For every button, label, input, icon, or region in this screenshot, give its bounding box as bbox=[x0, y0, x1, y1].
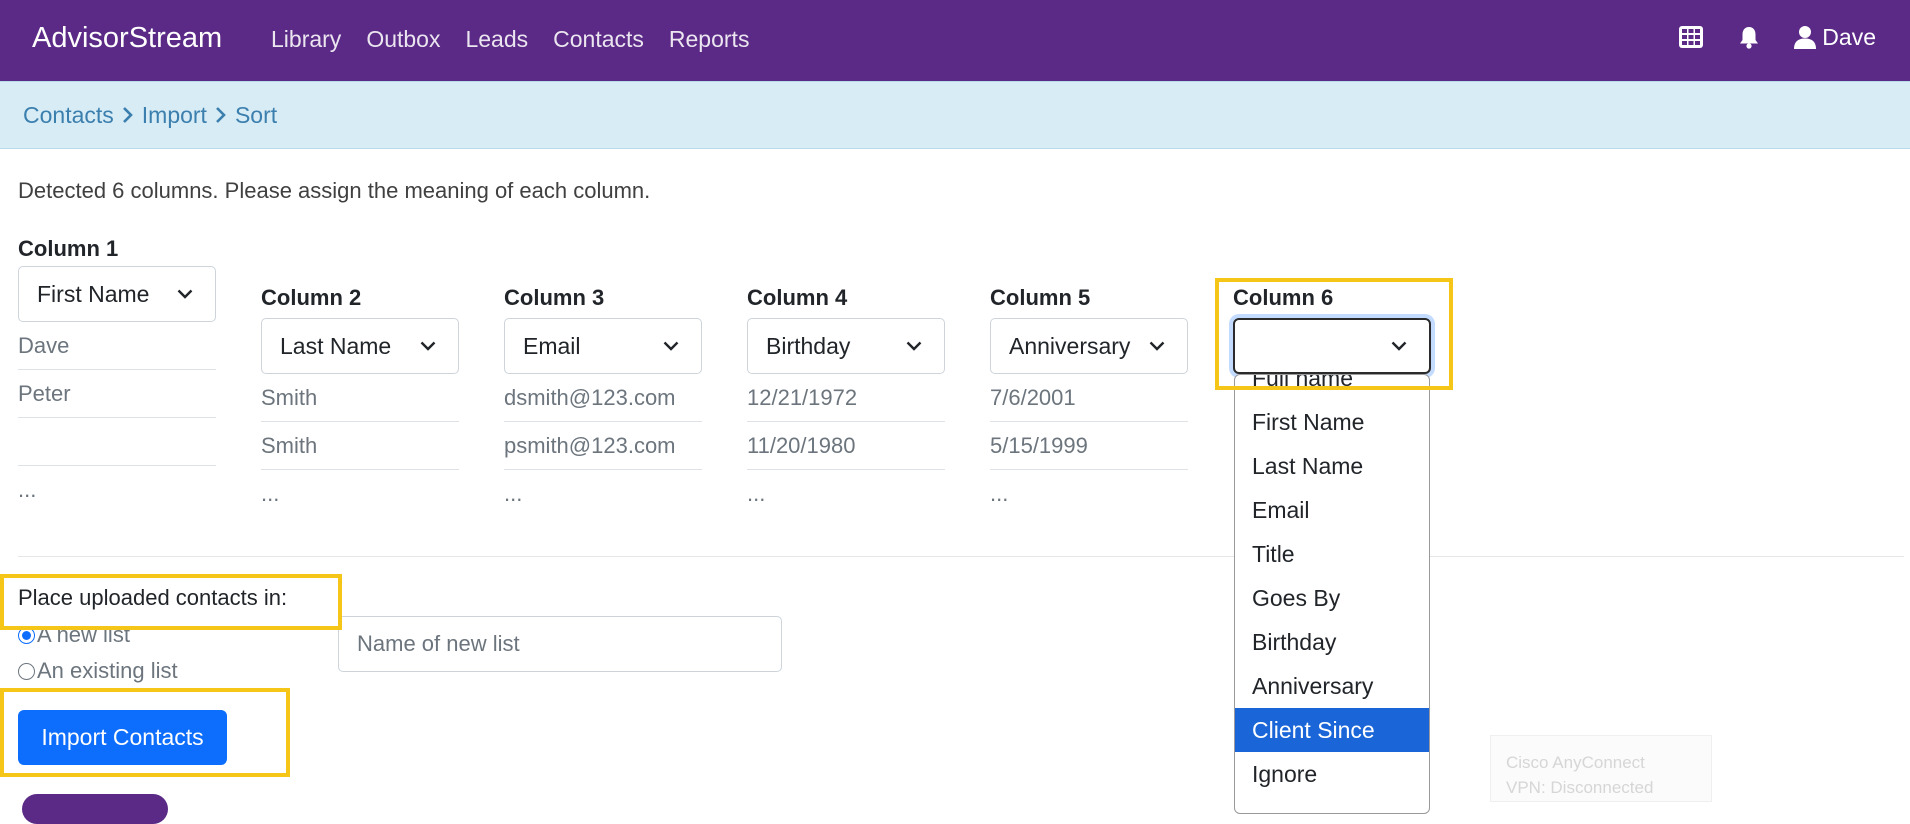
table-cell: dsmith@123.com bbox=[504, 374, 702, 422]
table-cell: ... bbox=[990, 481, 1009, 506]
radio-button[interactable] bbox=[18, 626, 35, 644]
column-4-select[interactable]: Birthday bbox=[747, 318, 945, 374]
chevron-down-icon bbox=[906, 341, 922, 351]
column-4: Column 4 Birthday 12/21/1972 11/20/1980 … bbox=[747, 283, 945, 518]
user-menu[interactable]: Dave bbox=[1794, 24, 1876, 51]
placement-label: Place uploaded contacts in: bbox=[18, 585, 288, 610]
nav-link-library[interactable]: Library bbox=[271, 26, 341, 53]
toast-line: VPN: Disconnected bbox=[1506, 778, 1654, 797]
radio-label: A new list bbox=[37, 622, 130, 647]
breadcrumb-sort: Sort bbox=[234, 101, 278, 128]
column-3: Column 3 Email dsmith@123.com psmith@123… bbox=[504, 283, 702, 518]
table-cell: Smith bbox=[261, 422, 459, 470]
section-divider bbox=[18, 556, 1904, 557]
grid-icon[interactable] bbox=[1678, 22, 1704, 52]
column-6-select[interactable] bbox=[1233, 318, 1431, 374]
radio-label: An existing list bbox=[37, 658, 178, 683]
nav-links: Library Outbox Leads Contacts Reports bbox=[271, 26, 749, 53]
column-1: Column 1 First Name Dave Peter ... bbox=[18, 234, 216, 514]
table-cell: ... bbox=[18, 477, 37, 502]
dropdown-option[interactable]: Goes By bbox=[1235, 576, 1429, 620]
table-cell bbox=[18, 418, 216, 466]
dropdown-option[interactable]: Birthday bbox=[1235, 620, 1429, 664]
column-title: Column 4 bbox=[747, 285, 848, 310]
table-cell: 5/15/1999 bbox=[990, 422, 1188, 470]
table-cell: ... bbox=[747, 481, 766, 506]
table-cell: Smith bbox=[261, 374, 459, 422]
table-cell: 11/20/1980 bbox=[747, 422, 945, 470]
column-title: Column 1 bbox=[18, 236, 119, 261]
dropdown-option[interactable]: Last Name bbox=[1235, 444, 1429, 488]
table-cell: psmith@123.com bbox=[504, 422, 702, 470]
table-cell: 12/21/1972 bbox=[747, 374, 945, 422]
dropdown-option-highlighted[interactable]: Client Since bbox=[1235, 708, 1429, 752]
chevron-down-icon bbox=[1391, 341, 1407, 351]
breadcrumb: Contacts Import Sort bbox=[0, 81, 1910, 149]
select-value: Email bbox=[523, 332, 581, 359]
table-cell: 7/6/2001 bbox=[990, 374, 1188, 422]
column-title: Column 3 bbox=[504, 285, 605, 310]
select-value: Last Name bbox=[280, 332, 392, 359]
toast-line: Cisco AnyConnect bbox=[1506, 753, 1645, 772]
partial-button[interactable] bbox=[22, 794, 168, 824]
radio-button[interactable] bbox=[18, 662, 35, 680]
chevron-down-icon bbox=[177, 289, 193, 299]
chevron-down-icon bbox=[1149, 341, 1165, 351]
brand-logo[interactable]: AdvisorStream bbox=[32, 22, 222, 55]
bell-icon[interactable] bbox=[1736, 22, 1762, 52]
column-2: Column 2 Last Name Smith Smith ... bbox=[261, 283, 459, 518]
column-1-select[interactable]: First Name bbox=[18, 266, 216, 322]
table-cell: ... bbox=[261, 481, 280, 506]
dropdown-option[interactable]: Ignore bbox=[1235, 752, 1429, 796]
user-icon bbox=[1794, 26, 1817, 49]
nav-link-reports[interactable]: Reports bbox=[669, 26, 750, 53]
breadcrumb-import[interactable]: Import bbox=[142, 102, 207, 129]
nav-link-outbox[interactable]: Outbox bbox=[366, 26, 440, 53]
dropdown-option[interactable]: Email bbox=[1235, 488, 1429, 532]
dropdown-option[interactable]: Anniversary bbox=[1235, 664, 1429, 708]
column-title: Column 6 bbox=[1233, 285, 1334, 310]
nav-right: Dave bbox=[1678, 22, 1876, 52]
table-cell: ... bbox=[504, 481, 523, 506]
breadcrumb-contacts[interactable]: Contacts bbox=[23, 102, 114, 129]
nav-link-contacts[interactable]: Contacts bbox=[553, 26, 644, 53]
new-list-name-input[interactable] bbox=[338, 616, 782, 672]
column-6-dropdown[interactable]: Full name First Name Last Name Email Tit… bbox=[1234, 374, 1430, 814]
chevron-right-icon bbox=[215, 106, 227, 124]
user-name: Dave bbox=[1822, 23, 1876, 50]
dropdown-option[interactable]: First Name bbox=[1235, 400, 1429, 444]
column-5: Column 5 Anniversary 7/6/2001 5/15/1999 … bbox=[990, 283, 1188, 518]
column-title: Column 2 bbox=[261, 285, 362, 310]
column-3-select[interactable]: Email bbox=[504, 318, 702, 374]
import-contacts-button[interactable]: Import Contacts bbox=[18, 710, 227, 765]
radio-existing-list[interactable]: An existing list bbox=[18, 658, 178, 684]
dropdown-option[interactable]: Title bbox=[1235, 532, 1429, 576]
column-2-select[interactable]: Last Name bbox=[261, 318, 459, 374]
chevron-right-icon bbox=[122, 106, 134, 124]
nav-link-leads[interactable]: Leads bbox=[465, 26, 528, 53]
radio-new-list[interactable]: A new list bbox=[18, 622, 130, 648]
table-cell: Peter bbox=[18, 370, 216, 418]
column-title: Column 5 bbox=[990, 285, 1091, 310]
select-value: First Name bbox=[37, 280, 150, 307]
chevron-down-icon bbox=[420, 341, 436, 351]
select-value: Anniversary bbox=[1009, 332, 1131, 359]
column-5-select[interactable]: Anniversary bbox=[990, 318, 1188, 374]
top-navbar: AdvisorStream Library Outbox Leads Conta… bbox=[0, 0, 1910, 81]
detected-columns-text: Detected 6 columns. Please assign the me… bbox=[18, 178, 651, 203]
vpn-status-toast: Cisco AnyConnect VPN: Disconnected bbox=[1490, 735, 1712, 802]
dropdown-option[interactable]: Full name bbox=[1235, 375, 1429, 400]
select-value: Birthday bbox=[766, 332, 851, 359]
chevron-down-icon bbox=[663, 341, 679, 351]
column-6: Column 6 bbox=[1233, 283, 1431, 374]
table-cell: Dave bbox=[18, 322, 216, 370]
dropdown-options: Full name First Name Last Name Email Tit… bbox=[1235, 375, 1429, 796]
